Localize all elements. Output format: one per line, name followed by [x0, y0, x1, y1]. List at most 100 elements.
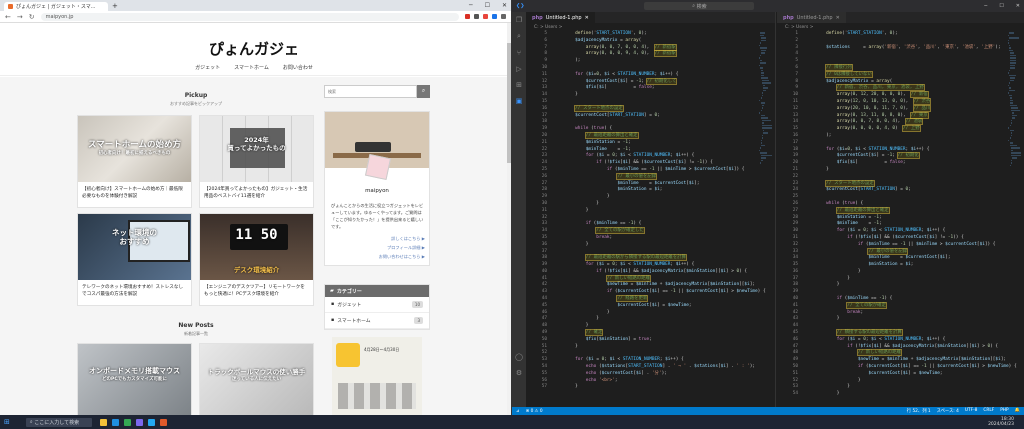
code-line[interactable]: // 全ての駅が確定: [805, 301, 1006, 310]
code-line[interactable]: }: [554, 384, 757, 391]
minimize-icon[interactable]: ─: [984, 3, 987, 9]
settings-gear-icon[interactable]: ⚙: [516, 369, 522, 377]
article-card[interactable]: 2024年 買ってよかったもの 【2024年買ってよかったもの】ガジェット・生活…: [199, 115, 314, 208]
code-line[interactable]: // 確定: [554, 329, 757, 337]
code-line[interactable]: while (true) {: [554, 126, 757, 133]
code-line[interactable]: for ($i = 0; $i < STATION_NUMBER; $i++) …: [805, 337, 1006, 344]
close-icon[interactable]: ✕: [1016, 3, 1020, 9]
code-line[interactable]: }: [554, 344, 757, 351]
code-line[interactable]: }: [805, 316, 1006, 323]
code-line[interactable]: define('START_STATION', 0);: [805, 31, 1006, 38]
language-mode[interactable]: PHP: [1000, 408, 1008, 414]
code-line[interactable]: [805, 194, 1006, 201]
code-line[interactable]: [805, 174, 1006, 181]
code-line[interactable]: array(0, 0, 0, 0, 4, 0) // 上野: [805, 125, 1006, 133]
code-line[interactable]: echo '<br>';: [554, 378, 757, 385]
system-tray-clock[interactable]: 18:30 2024/04/23: [988, 417, 1014, 428]
profile-icon[interactable]: [492, 14, 497, 19]
category-item-gadget[interactable]: ▪ ガジェット 10: [325, 297, 429, 313]
nav-item-contact[interactable]: お問い合わせ: [283, 64, 313, 71]
code-line[interactable]: $currentCost[START_STATION] = 0;: [554, 113, 757, 120]
code-line[interactable]: // スタート地点の設定: [554, 104, 757, 113]
code-line[interactable]: $fix[$i] = false;: [805, 160, 1006, 167]
code-line[interactable]: [554, 65, 757, 72]
article-card[interactable]: 11 50 デスク環境紹介 【エンジニアのデスクツアー】リモートワークをもっと快…: [199, 213, 314, 306]
code-line[interactable]: if (!$fix[$i] && ($currentCost[$i] != -1…: [805, 235, 1006, 242]
breadcrumb[interactable]: C: > Users >: [526, 23, 775, 31]
code-line[interactable]: $stations = array('新宿', '渋谷', '品川', '東京'…: [805, 45, 1006, 52]
line-ending[interactable]: CRLF: [983, 408, 994, 414]
code-line[interactable]: $currentCost[$i] = $newTime;: [554, 303, 757, 310]
code-line[interactable]: // 隣接行列: [805, 63, 1006, 72]
code-line[interactable]: $minStation = -1;: [554, 140, 757, 147]
close-tab-icon[interactable]: ✕: [585, 15, 589, 21]
command-center[interactable]: ⌕ 検索: [644, 2, 755, 10]
explorer-icon[interactable]: ❐: [516, 16, 522, 24]
profile-link-detail[interactable]: プロフィール詳細 ▶: [331, 245, 425, 251]
back-icon[interactable]: ←: [5, 13, 11, 21]
code-line[interactable]: if ($minTime == -1 || $minTime > $curren…: [554, 167, 757, 174]
profile-link-contact[interactable]: お問い合わせはこちら ▶: [331, 254, 425, 260]
taskbar-search[interactable]: ⌕ ここに入力して検索: [25, 417, 92, 427]
code-line[interactable]: [554, 99, 757, 106]
nav-item-gadget[interactable]: ガジェット: [195, 64, 220, 71]
code-line[interactable]: }: [554, 201, 757, 208]
code-line[interactable]: $fix[$i] = false;: [554, 85, 757, 92]
account-icon[interactable]: ◯: [515, 353, 523, 361]
code-line[interactable]: }: [805, 391, 1006, 398]
code-line[interactable]: }: [805, 282, 1006, 289]
code-line[interactable]: if (!$fix[$i] && $adjacencyMatrix[$minSt…: [554, 269, 757, 276]
code-line[interactable]: // 0は隣接していない: [805, 70, 1006, 79]
code-line[interactable]: // 全ての駅が確定した: [554, 227, 757, 235]
browser-tab[interactable]: ぴょんガジェ | ガジェット・スマ...: [4, 2, 108, 11]
search-input[interactable]: [324, 85, 417, 98]
code-lines[interactable]: define('START_STATION', 0); $stations = …: [805, 31, 1017, 398]
minimap[interactable]: [1008, 31, 1022, 407]
close-icon[interactable]: ✕: [502, 2, 507, 9]
nav-item-smarthome[interactable]: スマートホーム: [234, 64, 269, 71]
code-line[interactable]: for ($i = 0; $i < STATION_NUMBER; $i++) …: [554, 262, 757, 269]
code-line[interactable]: // 最小の値を記録: [554, 172, 757, 181]
maximize-icon[interactable]: ☐: [485, 2, 490, 9]
breadcrumb[interactable]: C: > Users >: [777, 23, 1024, 31]
category-item-smarthome[interactable]: ▪ スマートホーム 3: [325, 313, 429, 329]
code-line[interactable]: for ($i=0, $i < STATION_NUMBER; $i++) {: [554, 72, 757, 79]
code-line[interactable]: array(0, 0, 0, 9, 4, 0), // 新宿駅: [554, 50, 757, 58]
app-icon[interactable]: [159, 418, 167, 426]
close-tab-icon[interactable]: ✕: [836, 15, 840, 21]
code-line[interactable]: array(12, 0, 10, 13, 0, 0), // 渋谷: [805, 97, 1006, 106]
code-line[interactable]: [805, 51, 1006, 58]
code-line[interactable]: echo ($currentCost[$i] . '分');: [554, 371, 757, 378]
code-line[interactable]: // 最短距離の算出と確定: [805, 206, 1006, 215]
code-line[interactable]: $currentCost[START_STATION] = 0;: [805, 187, 1006, 194]
extensions-icon[interactable]: ⊞: [516, 81, 522, 89]
code-line[interactable]: [805, 58, 1006, 65]
ad-banner[interactable]: 4月28日〜4月30日: [332, 337, 422, 415]
code-line[interactable]: $minStation = $i;: [805, 262, 1006, 269]
code-line[interactable]: $fix[$minStation] = true;: [554, 337, 757, 344]
code-line[interactable]: // 経路を更新: [554, 295, 757, 303]
code-line[interactable]: }: [805, 167, 1006, 174]
code-line[interactable]: if ($currentCost[$i] == -1 || $currentCo…: [805, 364, 1017, 371]
code-line[interactable]: echo ($stations[START_STATION] . ' → ' .…: [554, 364, 757, 371]
code-lines[interactable]: define('START_STATION', 0); $adjacencyMa…: [554, 31, 766, 391]
forward-icon[interactable]: →: [17, 13, 23, 21]
code-line[interactable]: [805, 140, 1006, 147]
url-field[interactable]: maipyon.jp: [40, 12, 459, 21]
search-button[interactable]: ⌕: [417, 85, 430, 98]
article-card[interactable]: スマートホームの始め方 初心者向け！最初に揃えるべきもの 【初心者向け】スマート…: [77, 115, 192, 208]
remote-indicator-icon[interactable]: ⊿: [516, 409, 520, 414]
code-editor[interactable]: 5 6 7 8 9 10 11 12 13 14 15 16 17 18 19 20 21 22 23 24 25 26 2…: [526, 31, 775, 407]
code-line[interactable]: );: [554, 58, 757, 65]
app-icon[interactable]: [135, 418, 143, 426]
article-card[interactable]: ネット環境の おすすめ テレワークのネット環境おすすめ！ストレスなしでコスパ最強…: [77, 213, 192, 306]
chrome-icon[interactable]: [123, 418, 131, 426]
code-line[interactable]: array(0, 12, 20, 0, 0, 0), // 新宿: [805, 91, 1006, 99]
code-line[interactable]: for ($i = 0; $i < STATION_NUMBER; $i++) …: [805, 228, 1006, 235]
indentation[interactable]: スペース: 4: [937, 408, 959, 414]
code-line[interactable]: }: [554, 208, 757, 215]
code-line[interactable]: define('START_STATION', 0);: [554, 31, 757, 38]
code-line[interactable]: $adjacencyMatrix = array(: [554, 38, 757, 45]
article-card[interactable]: オンボードメモリ搭載マウス どのPCでもカスタマイズ可能に: [77, 343, 192, 415]
menu-icon[interactable]: [501, 14, 506, 19]
